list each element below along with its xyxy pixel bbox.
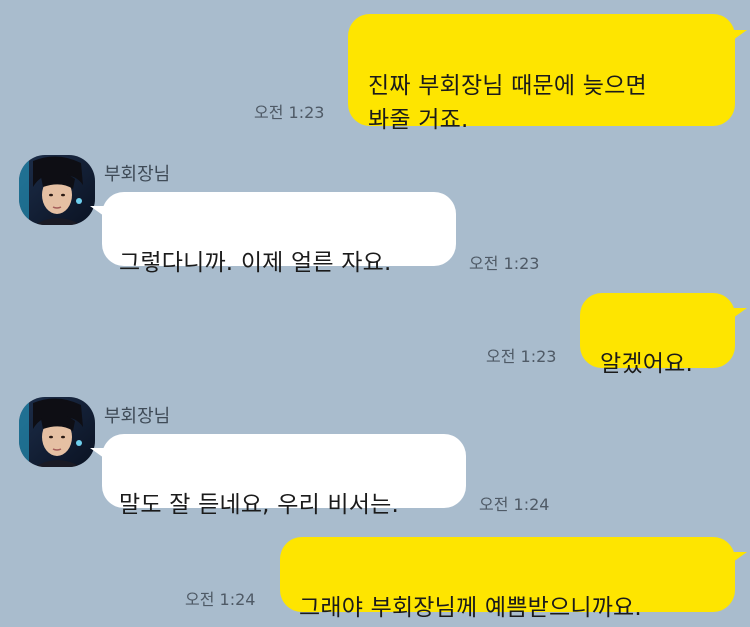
sender-name: 부회장님 <box>104 164 171 185</box>
bubble-tail <box>733 552 747 562</box>
message-time: 오전 1:23 <box>486 347 557 366</box>
message-text: 말도 잘 듣네요, 우리 비서는. <box>119 492 400 518</box>
sender-name: 부회장님 <box>104 406 171 427</box>
sender-avatar[interactable] <box>19 397 95 467</box>
their-message-bubble[interactable]: 말도 잘 듣네요, 우리 비서는. <box>102 434 466 518</box>
avatar-image <box>19 397 95 467</box>
message-time: 오전 1:24 <box>185 590 256 609</box>
bubble-tail <box>90 206 104 216</box>
bubble-tail <box>733 30 747 40</box>
message-text: 그렇다니까. 이제 얼른 자요. <box>119 250 392 276</box>
avatar-image <box>19 155 95 225</box>
message-time: 오전 1:23 <box>254 103 325 122</box>
sender-avatar[interactable] <box>19 155 95 225</box>
message-text: 알겠어요. <box>600 351 693 377</box>
message-time: 오전 1:23 <box>469 254 540 273</box>
message-time: 오전 1:24 <box>479 495 550 514</box>
bubble-tail <box>733 308 747 318</box>
my-message-bubble[interactable]: 진짜 부회장님 때문에 늦으면 봐줄 거죠. <box>348 14 735 133</box>
their-message-bubble[interactable]: 그렇다니까. 이제 얼른 자요. <box>102 192 456 276</box>
message-text: 그래야 부회장님께 예쁨받으니까요. <box>299 595 642 621</box>
my-message-bubble[interactable]: 그래야 부회장님께 예쁨받으니까요. <box>280 537 735 621</box>
my-message-bubble[interactable]: 알겠어요. <box>580 293 735 377</box>
message-text: 진짜 부회장님 때문에 늦으면 봐줄 거죠. <box>368 73 647 133</box>
chat-message-list[interactable]: 진짜 부회장님 때문에 늦으면 봐줄 거죠. 오전 1:23 부회장님 그렇다니… <box>0 0 750 627</box>
bubble-tail <box>90 448 104 458</box>
